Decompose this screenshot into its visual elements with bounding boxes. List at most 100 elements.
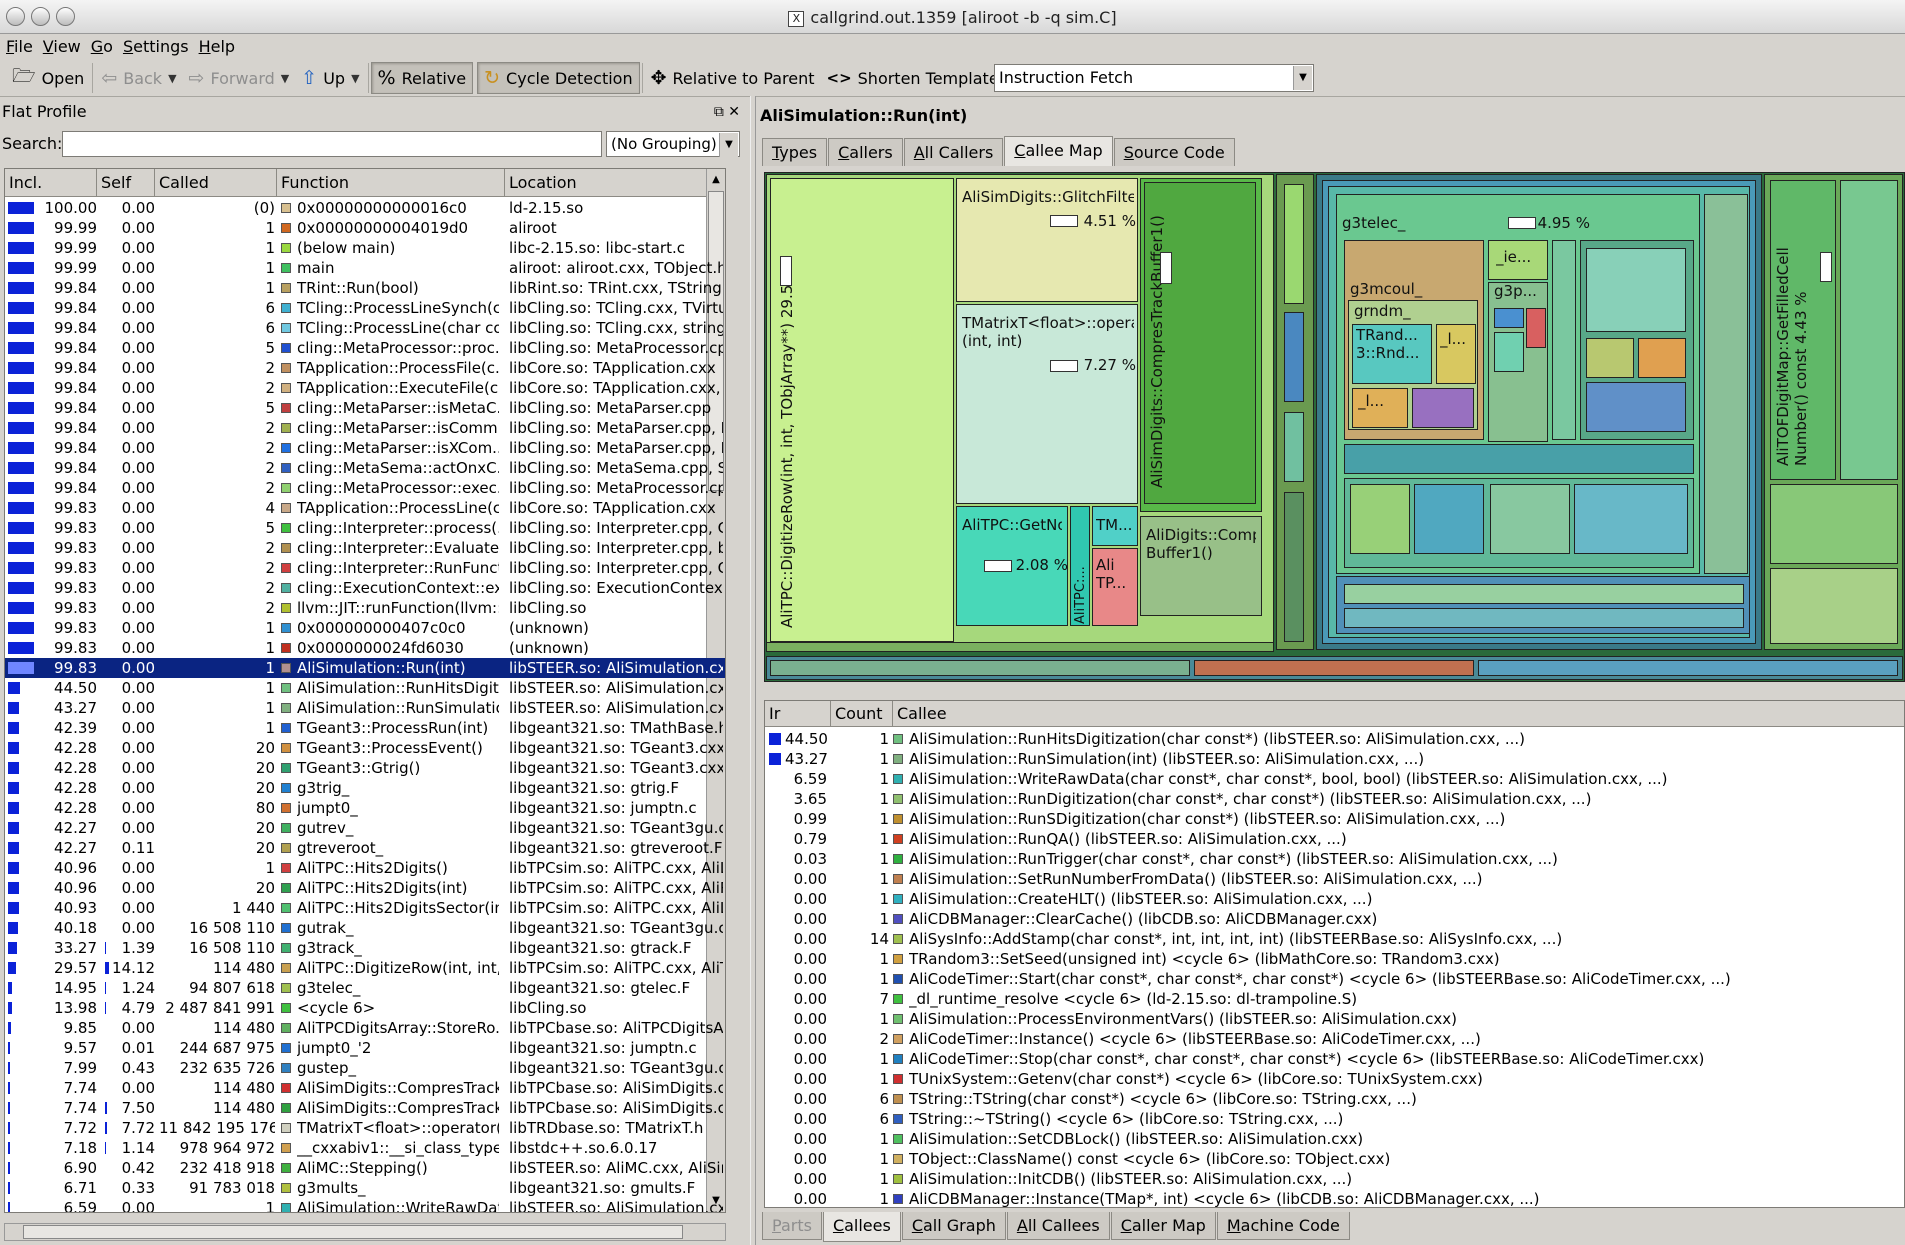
table-row[interactable]: 42.28 0.00 20 g3trig_ libgeant321.so: gtrig.… bbox=[5, 778, 725, 798]
callee-row[interactable]: 0.00 1 AliCodeTimer::Start(char const*, ch… bbox=[765, 969, 1904, 989]
table-row[interactable]: 99.83 0.00 2 cling::Interpreter::Evaluatel.… bbox=[5, 538, 725, 558]
table-row[interactable]: 99.84 0.00 2 cling::MetaParser::isXCom... li… bbox=[5, 438, 725, 458]
tab-call-graph[interactable]: Call Graph bbox=[901, 1212, 1006, 1240]
table-row[interactable]: 7.74 0.00 114 480 AliSimDigits::CompresTrac… bbox=[5, 1078, 725, 1098]
column-header-callee[interactable]: Callee bbox=[893, 701, 1904, 727]
table-row[interactable]: 6.71 0.33 91 783 018 g3mults_ libgeant321.so… bbox=[5, 1178, 725, 1198]
menu-settings[interactable]: Settings bbox=[123, 34, 199, 60]
table-row[interactable]: 99.83 0.00 1 0x0000000024fd6030 (unknown) bbox=[5, 638, 725, 658]
scroll-up-icon[interactable]: ▲ bbox=[708, 171, 724, 189]
table-row[interactable]: 99.83 0.00 5 cling::Interpreter::process(..… bbox=[5, 518, 725, 538]
relative-to-parent-toggle[interactable]: ✥ Relative to Parent bbox=[645, 62, 821, 94]
table-row[interactable]: 6.59 0.00 1 AliSimulation::WriteRawDat... li… bbox=[5, 1198, 725, 1212]
chevron-down-icon[interactable]: ▼ bbox=[719, 133, 738, 157]
tab-callees[interactable]: Callees bbox=[822, 1212, 901, 1242]
chevron-down-icon[interactable]: ▼ bbox=[1293, 66, 1312, 90]
back-button[interactable]: ⇦ Back ▼ bbox=[95, 62, 182, 94]
event-type-select[interactable]: Instruction Fetch ▼ bbox=[994, 64, 1314, 92]
column-header-count[interactable]: Count bbox=[831, 701, 893, 727]
column-header-function[interactable]: Function bbox=[277, 169, 505, 197]
close-panel-icon[interactable]: ✕ bbox=[728, 104, 740, 120]
tab-callers[interactable]: Callers bbox=[828, 138, 903, 166]
callee-list[interactable]: Ir Count Callee 44.50 1 AliSimulation::Run… bbox=[764, 700, 1905, 1208]
table-row[interactable]: 42.39 0.00 1 TGeant3::ProcessRun(int) libgea… bbox=[5, 718, 725, 738]
table-row[interactable]: 42.28 0.00 20 TGeant3::ProcessEvent() libgea… bbox=[5, 738, 725, 758]
table-row[interactable]: 40.18 0.00 16 508 110 gutrak_ libgeant321.so… bbox=[5, 918, 725, 938]
table-row[interactable]: 100.00 0.00 (0) 0x00000000000016c0 ld-2.15.s… bbox=[5, 198, 725, 218]
table-row[interactable]: 9.57 0.01 244 687 975 jumpt0_'2 libgeant321.… bbox=[5, 1038, 725, 1058]
cycle-detection-toggle[interactable]: ↻ Cycle Detection bbox=[477, 62, 640, 94]
open-button[interactable]: 🗁 Open bbox=[6, 62, 90, 94]
tab-types[interactable]: Types bbox=[762, 138, 828, 166]
table-row[interactable]: 99.84 0.00 2 cling::MetaParser::isComm... li… bbox=[5, 418, 725, 438]
callee-row[interactable]: 0.00 7 _dl_runtime_resolve <cycle 6> (ld-2… bbox=[765, 989, 1904, 1009]
table-row[interactable]: 99.84 0.00 2 cling::MetaSema::actOnxC... lib… bbox=[5, 458, 725, 478]
column-header-location[interactable]: Location bbox=[505, 169, 707, 197]
callee-row[interactable]: 0.00 1 AliSimulation::SetRunNumberFromData… bbox=[765, 869, 1904, 889]
tab-source-code[interactable]: Source Code bbox=[1113, 138, 1235, 166]
table-row[interactable]: 14.95 1.24 94 807 618 g3telec_ libgeant321.s… bbox=[5, 978, 725, 998]
table-row[interactable]: 99.84 0.00 6 TCling::ProcessLine(char co...… bbox=[5, 318, 725, 338]
callee-row[interactable]: 0.79 1 AliSimulation::RunQA() (libSTEER.so… bbox=[765, 829, 1904, 849]
tab-machine-code[interactable]: Machine Code bbox=[1216, 1212, 1350, 1240]
table-row[interactable]: 7.72 7.72 11 842 195 176 TMatrixT<float>::o… bbox=[5, 1118, 725, 1138]
table-row[interactable]: 42.28 0.00 80 jumpt0_ libgeant321.so: jumptn… bbox=[5, 798, 725, 818]
float-panel-icon[interactable]: ⧉ bbox=[714, 104, 724, 120]
forward-dropdown-icon[interactable]: ▼ bbox=[281, 72, 289, 85]
callee-row[interactable]: 0.00 1 AliSimulation::SetCDBLock() (libSTE… bbox=[765, 1129, 1904, 1149]
callee-row[interactable]: 0.00 1 AliCodeTimer::Stop(char const*, cha… bbox=[765, 1049, 1904, 1069]
flat-profile-horizontal-scrollbar[interactable] bbox=[4, 1223, 726, 1241]
callee-map[interactable]: AliTPC::DigitizeRow(int, int, TObjArray*… bbox=[764, 172, 1905, 682]
table-row[interactable]: 44.50 0.00 1 AliSimulation::RunHitsDigiti..… bbox=[5, 678, 725, 698]
table-row[interactable]: 40.96 0.00 20 AliTPC::Hits2Digits(int) libTP… bbox=[5, 878, 725, 898]
table-row[interactable]: 7.18 1.14 978 964 972 __cxxabiv1::__si_clas… bbox=[5, 1138, 725, 1158]
table-row[interactable]: 42.27 0.11 20 gtreveroot_ libgeant321.so: gt… bbox=[5, 838, 725, 858]
table-row[interactable]: 42.28 0.00 20 TGeant3::Gtrig() libgeant321.s… bbox=[5, 758, 725, 778]
table-row[interactable]: 99.83 0.00 2 cling::Interpreter::RunFunct..… bbox=[5, 558, 725, 578]
up-button[interactable]: ⇧ Up ▼ bbox=[295, 62, 365, 94]
callee-row[interactable]: 0.00 1 TObject::ClassName() const <cycle 6… bbox=[765, 1149, 1904, 1169]
table-row[interactable]: 9.85 0.00 114 480 AliTPCDigitsArray::StoreR… bbox=[5, 1018, 725, 1038]
callee-row[interactable]: 43.27 1 AliSimulation::RunSimulation(int) … bbox=[765, 749, 1904, 769]
table-row[interactable]: 7.74 7.50 114 480 AliSimDigits::CompresTrac… bbox=[5, 1098, 725, 1118]
callee-row[interactable]: 44.50 1 AliSimulation::RunHitsDigitization… bbox=[765, 729, 1904, 749]
tab-parts[interactable]: Parts bbox=[762, 1212, 822, 1240]
tab-caller-map[interactable]: Caller Map bbox=[1110, 1212, 1216, 1240]
table-row[interactable]: 99.83 0.00 4 TApplication::ProcessLine(c...… bbox=[5, 498, 725, 518]
table-row[interactable]: 99.83 0.00 2 cling::ExecutionContext::ex...… bbox=[5, 578, 725, 598]
table-row[interactable]: 40.96 0.00 1 AliTPC::Hits2Digits() libTPCsim… bbox=[5, 858, 725, 878]
table-row[interactable]: 99.84 0.00 6 TCling::ProcessLineSynch(c... l… bbox=[5, 298, 725, 318]
tab-all-callers[interactable]: All Callers bbox=[903, 138, 1004, 166]
callee-row[interactable]: 0.99 1 AliSimulation::RunSDigitization(cha… bbox=[765, 809, 1904, 829]
menu-file[interactable]: File bbox=[6, 34, 43, 60]
tab-all-callees[interactable]: All Callees bbox=[1006, 1212, 1110, 1240]
column-header-called[interactable]: Called bbox=[155, 169, 277, 197]
column-header-ir[interactable]: Ir bbox=[765, 701, 831, 727]
callee-row[interactable]: 0.00 6 TString::~TString() <cycle 6> (libC… bbox=[765, 1109, 1904, 1129]
table-row[interactable]: 7.99 0.43 232 635 726 gustep_ libgeant321.so… bbox=[5, 1058, 725, 1078]
relative-toggle[interactable]: % Relative bbox=[370, 62, 474, 94]
table-row[interactable]: 99.84 0.00 1 TRint::Run(bool) libRint.so: TR… bbox=[5, 278, 725, 298]
callee-row[interactable]: 0.00 1 AliCDBManager::Instance(TMap*, int)… bbox=[765, 1189, 1904, 1207]
grouping-select[interactable]: (No Grouping) ▼ bbox=[606, 131, 740, 157]
table-row[interactable]: 99.84 0.00 2 TApplication::ExecuteFile(c...… bbox=[5, 378, 725, 398]
callee-row[interactable]: 0.00 1 AliSimulation::CreateHLT() (libSTEE… bbox=[765, 889, 1904, 909]
menu-help[interactable]: Help bbox=[199, 34, 245, 60]
callee-row[interactable]: 0.00 2 AliCodeTimer::Instance() <cycle 6> … bbox=[765, 1029, 1904, 1049]
table-row[interactable]: 6.90 0.42 232 418 918 AliMC::Stepping() libS… bbox=[5, 1158, 725, 1178]
table-row[interactable]: 29.57 14.12 114 480 AliTPC::DigitizeRow(int… bbox=[5, 958, 725, 978]
up-dropdown-icon[interactable]: ▼ bbox=[351, 72, 359, 85]
table-row[interactable]: 43.27 0.00 1 AliSimulation::RunSimulatio...… bbox=[5, 698, 725, 718]
back-dropdown-icon[interactable]: ▼ bbox=[168, 72, 176, 85]
table-row[interactable]: 99.84 0.00 5 cling::MetaProcessor::proc... l… bbox=[5, 338, 725, 358]
callee-row[interactable]: 6.59 1 AliSimulation::WriteRawData(char co… bbox=[765, 769, 1904, 789]
forward-button[interactable]: ⇨ Forward ▼ bbox=[183, 62, 296, 94]
column-header-self[interactable]: Self bbox=[97, 169, 155, 197]
table-row[interactable]: 99.84 0.00 2 TApplication::ProcessFile(c...… bbox=[5, 358, 725, 378]
callee-row[interactable]: 0.00 1 TUnixSystem::Getenv(char const*) <c… bbox=[765, 1069, 1904, 1089]
callee-row[interactable]: 0.00 6 TString::TString(char const*) <cycl… bbox=[765, 1089, 1904, 1109]
table-row[interactable]: 13.98 4.79 2 487 841 991 <cycle 6> libCling.… bbox=[5, 998, 725, 1018]
callee-row[interactable]: 0.00 1 AliSimulation::InitCDB() (libSTEER.… bbox=[765, 1169, 1904, 1189]
table-row[interactable]: 99.99 0.00 1 (below main) libc-2.15.so: libc… bbox=[5, 238, 725, 258]
callee-row[interactable]: 0.00 1 AliSimulation::ProcessEnvironmentVa… bbox=[765, 1009, 1904, 1029]
